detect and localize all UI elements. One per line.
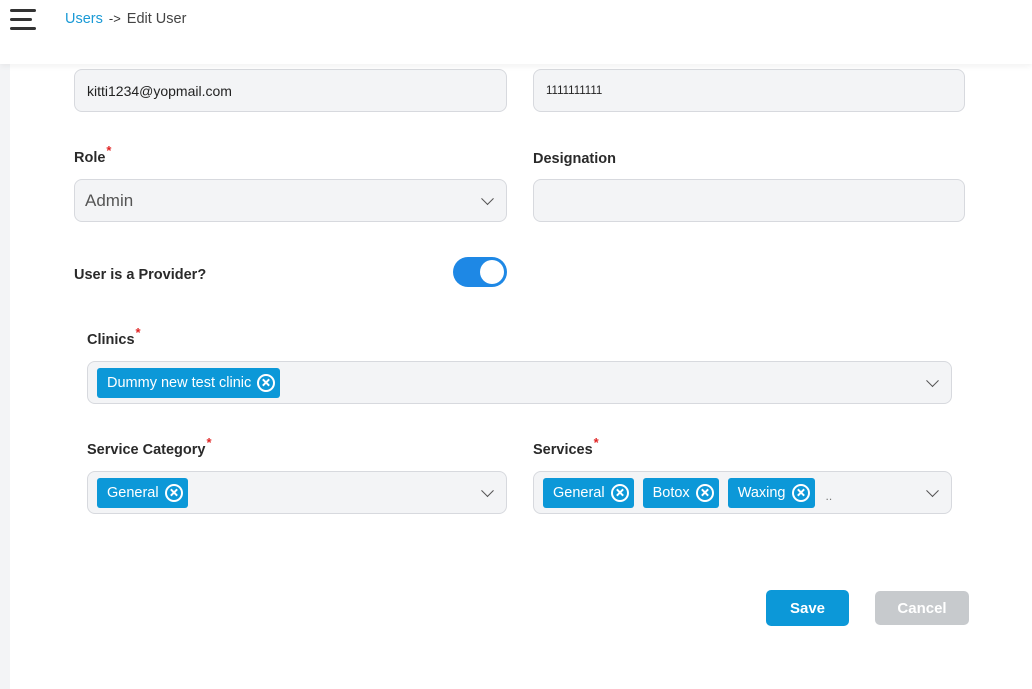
designation-label: Designation <box>533 151 616 167</box>
required-marker: * <box>593 435 599 450</box>
top-bar: Users -> Edit User <box>0 0 1032 64</box>
breadcrumb-current: Edit User <box>126 11 187 27</box>
service-category-label: Service Category* <box>87 435 212 458</box>
role-label: Role* <box>74 143 112 166</box>
hamburger-menu-icon[interactable] <box>10 9 36 31</box>
required-marker: * <box>206 435 212 450</box>
remove-tag-icon[interactable] <box>791 483 810 502</box>
phone-value: 1111111111 <box>546 84 603 97</box>
save-button[interactable]: Save <box>766 590 849 626</box>
designation-input[interactable] <box>533 179 965 222</box>
service-category-multiselect[interactable]: General <box>87 471 507 514</box>
cancel-button[interactable]: Cancel <box>875 591 969 625</box>
phone-field[interactable]: 1111111111 <box>533 69 965 112</box>
service-category-tag: General <box>97 477 188 508</box>
breadcrumb: Users -> Edit User <box>65 11 186 27</box>
remove-tag-icon[interactable] <box>610 483 629 502</box>
remove-tag-icon[interactable] <box>695 483 714 502</box>
chevron-down-icon <box>481 483 494 497</box>
email-field[interactable]: kitti1234@yopmail.com <box>74 69 507 112</box>
service-tag: Waxing <box>727 477 815 508</box>
required-marker: * <box>135 325 141 340</box>
provider-label: User is a Provider? <box>74 267 207 283</box>
services-multiselect[interactable]: General Botox Waxing .. <box>533 471 952 514</box>
chevron-down-icon <box>926 373 939 387</box>
email-value: kitti1234@yopmail.com <box>87 82 232 99</box>
remove-tag-icon[interactable] <box>257 373 276 392</box>
role-select[interactable]: Admin <box>74 179 507 222</box>
toggle-knob <box>480 260 504 284</box>
remove-tag-icon[interactable] <box>164 483 183 502</box>
provider-toggle[interactable] <box>453 257 507 287</box>
services-label: Services* <box>533 435 599 458</box>
chevron-down-icon <box>926 483 939 497</box>
breadcrumb-separator: -> <box>108 11 121 26</box>
more-indicator: .. <box>825 488 833 503</box>
service-tag: Botox <box>642 477 719 508</box>
clinics-label: Clinics* <box>87 325 141 348</box>
breadcrumb-users-link[interactable]: Users <box>65 11 103 27</box>
clinic-tag: Dummy new test clinic <box>97 367 281 398</box>
role-selected-value: Admin <box>85 190 134 210</box>
service-tag: General <box>543 477 634 508</box>
edit-user-form: kitti1234@yopmail.com 1111111111 Role* A… <box>10 64 1032 689</box>
required-marker: * <box>106 143 112 158</box>
chevron-down-icon <box>481 191 494 205</box>
clinics-multiselect[interactable]: Dummy new test clinic <box>87 361 952 404</box>
